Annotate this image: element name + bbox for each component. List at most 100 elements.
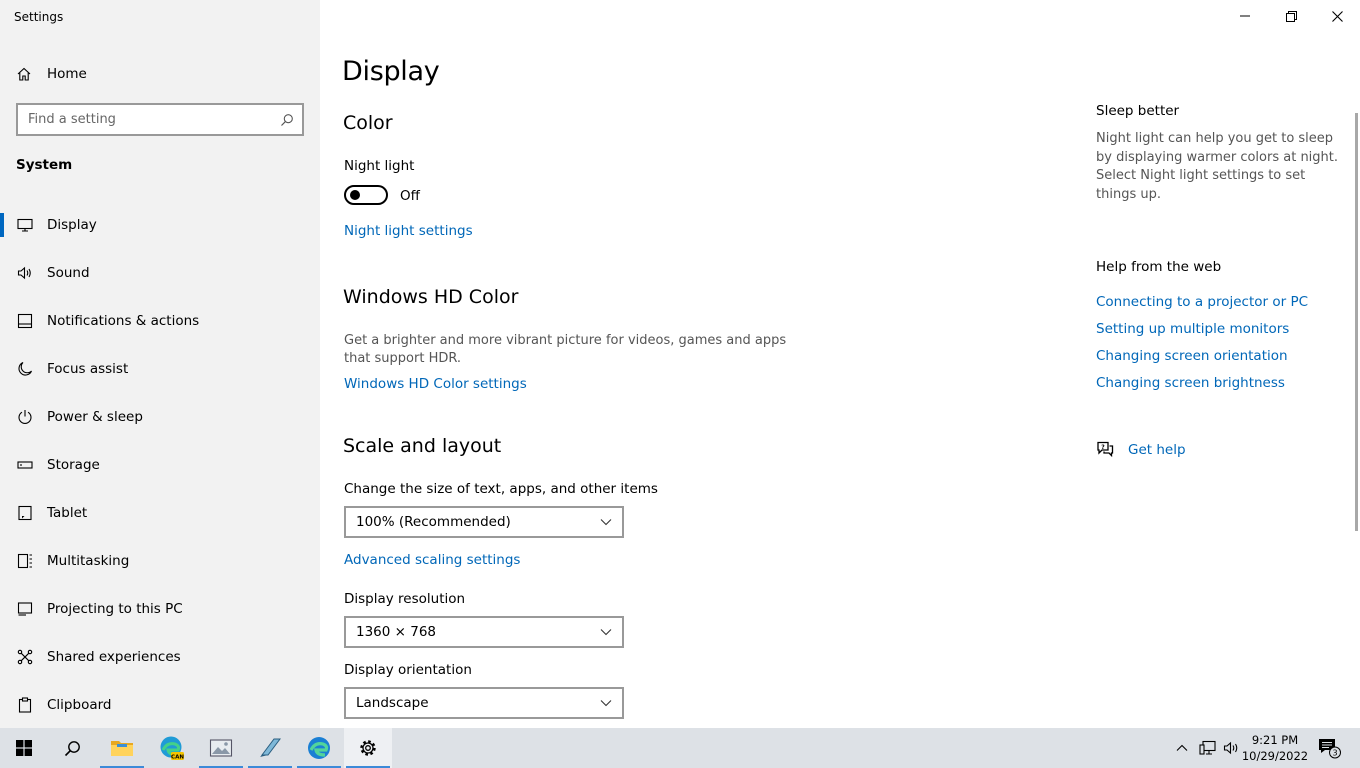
volume-tray-button[interactable] xyxy=(1220,728,1242,768)
multitasking-icon xyxy=(16,552,34,570)
sidebar-item-tablet[interactable]: Tablet xyxy=(0,489,320,537)
night-light-label: Night light xyxy=(344,158,415,174)
settings-icon xyxy=(360,740,376,756)
scrollbar[interactable] xyxy=(1355,113,1358,531)
orientation-dropdown[interactable]: Landscape xyxy=(344,687,624,719)
taskbar-settings[interactable] xyxy=(344,728,392,768)
help-link-screen-brightness[interactable]: Changing screen brightness xyxy=(1096,375,1285,391)
sidebar-item-sound[interactable]: Sound xyxy=(0,249,320,297)
network-icon xyxy=(1199,740,1216,755)
sidebar-section-title: System xyxy=(16,157,73,173)
restore-icon xyxy=(1285,10,1297,22)
taskbar-edge-can[interactable]: CAN xyxy=(148,728,196,768)
sidebar-item-multitasking[interactable]: Multitasking xyxy=(0,537,320,585)
size-label: Change the size of text, apps, and other… xyxy=(344,481,658,497)
chevron-down-icon xyxy=(600,629,612,636)
projecting-icon xyxy=(16,600,34,618)
sidebar-item-label: Sound xyxy=(47,265,90,281)
search-icon xyxy=(281,113,293,126)
resolution-dropdown[interactable]: 1360 × 768 xyxy=(344,616,624,648)
photos-icon xyxy=(209,739,233,757)
start-button[interactable] xyxy=(0,728,48,768)
notepad-icon xyxy=(260,738,281,757)
home-button[interactable]: Home xyxy=(16,63,87,85)
scale-dropdown[interactable]: 100% (Recommended) xyxy=(344,506,624,538)
restore-button[interactable] xyxy=(1268,0,1314,32)
taskbar-photos[interactable] xyxy=(197,728,245,768)
sidebar-item-shared-experiences[interactable]: Shared experiences xyxy=(0,633,320,681)
taskbar: CAN 9:21 PM 10/29/2022 3 xyxy=(0,728,1360,768)
sidebar-item-display[interactable]: Display xyxy=(0,201,320,249)
sidebar-item-label: Multitasking xyxy=(47,553,130,569)
sidebar-item-label: Focus assist xyxy=(47,361,129,377)
hd-color-section-title: Windows HD Color xyxy=(343,286,519,308)
speaker-icon xyxy=(16,264,34,282)
svg-text:?: ? xyxy=(1101,444,1105,451)
edge-icon xyxy=(308,737,330,759)
scale-value: 100% (Recommended) xyxy=(356,514,511,530)
action-center-button[interactable]: 3 xyxy=(1314,728,1344,768)
hd-color-settings-link[interactable]: Windows HD Color settings xyxy=(344,376,527,392)
sidebar-item-power-sleep[interactable]: Power & sleep xyxy=(0,393,320,441)
sleep-better-description: Night light can help you get to sleep by… xyxy=(1096,131,1339,202)
sidebar-item-label: Power & sleep xyxy=(47,409,143,425)
color-section-title: Color xyxy=(343,112,393,134)
monitor-icon xyxy=(16,216,34,234)
get-help-link[interactable]: ? Get help xyxy=(1096,441,1186,458)
resolution-value: 1360 × 768 xyxy=(356,624,437,640)
shared-experiences-icon xyxy=(16,648,34,666)
resolution-label: Display resolution xyxy=(344,591,466,607)
search-input[interactable] xyxy=(28,112,268,127)
network-tray-button[interactable] xyxy=(1196,728,1220,768)
minimize-button[interactable] xyxy=(1222,0,1268,32)
search-box[interactable] xyxy=(16,103,304,136)
minimize-icon xyxy=(1240,15,1250,17)
taskbar-file-explorer[interactable] xyxy=(98,728,146,768)
sidebar-item-label: Notifications & actions xyxy=(47,313,200,329)
chevron-up-icon xyxy=(1176,744,1188,751)
volume-icon xyxy=(1223,741,1237,755)
notification-icon xyxy=(16,312,34,330)
sleep-better-title: Sleep better xyxy=(1096,103,1180,119)
moon-icon xyxy=(16,360,34,378)
hd-color-description: Get a brighter and more vibrant picture … xyxy=(344,333,787,366)
taskbar-edge[interactable] xyxy=(295,728,343,768)
page-title: Display xyxy=(342,56,440,87)
orientation-value: Landscape xyxy=(356,695,429,711)
edge-can-icon: CAN xyxy=(160,736,184,760)
help-link-multiple-monitors[interactable]: Setting up multiple monitors xyxy=(1096,321,1289,337)
sidebar-item-notifications[interactable]: Notifications & actions xyxy=(0,297,320,345)
sidebar-item-storage[interactable]: Storage xyxy=(0,441,320,489)
night-light-settings-link[interactable]: Night light settings xyxy=(344,223,473,239)
close-button[interactable] xyxy=(1314,0,1360,32)
sidebar-item-label: Tablet xyxy=(47,505,88,521)
action-center-icon: 3 xyxy=(1319,739,1341,759)
show-hidden-icons[interactable] xyxy=(1172,728,1192,768)
close-icon xyxy=(1331,10,1343,22)
orientation-label: Display orientation xyxy=(344,662,472,678)
tablet-icon xyxy=(16,504,34,522)
scale-layout-section-title: Scale and layout xyxy=(343,435,502,457)
night-light-toggle[interactable] xyxy=(344,185,388,205)
clock[interactable]: 9:21 PM 10/29/2022 xyxy=(1240,732,1310,764)
taskbar-search-button[interactable] xyxy=(48,728,96,768)
taskbar-notepad[interactable] xyxy=(246,728,294,768)
clipboard-icon xyxy=(16,696,34,714)
file-explorer-icon xyxy=(111,741,133,756)
chevron-down-icon xyxy=(600,519,612,526)
help-link-screen-orientation[interactable]: Changing screen orientation xyxy=(1096,348,1288,364)
clock-date: 10/29/2022 xyxy=(1241,749,1309,763)
help-from-web-title: Help from the web xyxy=(1096,259,1222,275)
advanced-scaling-link[interactable]: Advanced scaling settings xyxy=(344,552,520,568)
storage-icon xyxy=(16,456,34,474)
sidebar-item-focus-assist[interactable]: Focus assist xyxy=(0,345,320,393)
home-icon xyxy=(17,67,31,81)
get-help-label: Get help xyxy=(1128,441,1186,458)
clock-time: 9:21 PM xyxy=(1251,733,1299,747)
sidebar-item-clipboard[interactable]: Clipboard xyxy=(0,681,320,729)
toggle-knob xyxy=(350,190,360,200)
night-light-state: Off xyxy=(400,188,420,204)
sidebar-nav: Display Sound Notifications & actions Fo… xyxy=(0,201,320,729)
help-link-projector[interactable]: Connecting to a projector or PC xyxy=(1096,294,1308,310)
sidebar-item-projecting[interactable]: Projecting to this PC xyxy=(0,585,320,633)
